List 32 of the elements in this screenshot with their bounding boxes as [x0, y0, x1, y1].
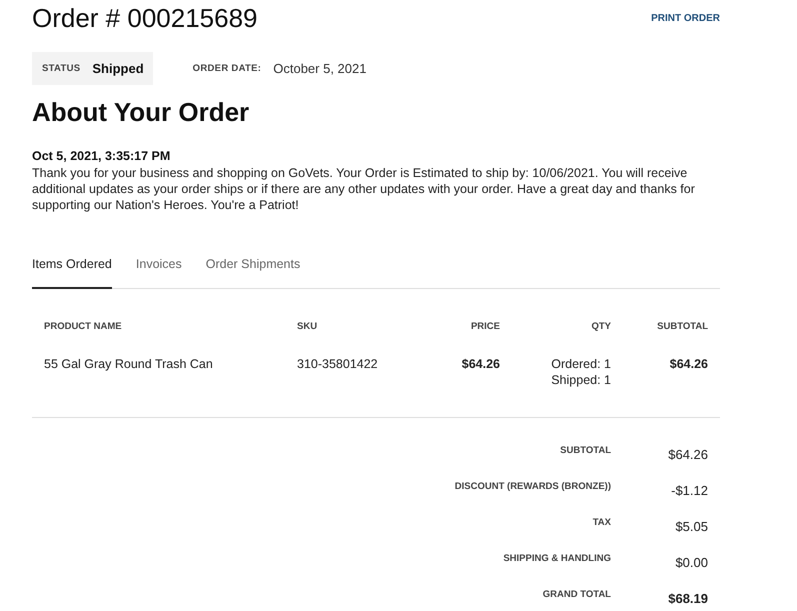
status-value: Shipped	[92, 61, 144, 76]
tab[interactable]: Order Shipments	[206, 257, 300, 289]
status-label: STATUS	[42, 63, 80, 74]
column-header: PRODUCT NAME	[44, 320, 123, 334]
total-value: $68.19	[667, 590, 708, 608]
print-order-link[interactable]: PRINT ORDER	[651, 13, 720, 24]
total-label: SHIPPING & HANDLING	[502, 552, 611, 566]
table-cell-text: 55 Gal Gray Round Trash Can	[44, 356, 214, 373]
table-cell-text: Ordered: 1 Shipped: 1	[550, 356, 611, 389]
order-date-value: October 5, 2021	[273, 61, 366, 76]
table-cell-text: $64.26	[668, 356, 708, 373]
order-message: Thank you for your business and shopping on GoVets. Your Order is Estimated to ship by: 10/06/2021. You will receive additional updates as your order ships or if there are any other updates with your order. Have a great day and thanks for supporting our Nation's Heroes. You're a Patriot!	[32, 165, 696, 213]
total-value: -$1.12	[670, 482, 708, 500]
table-cell-text: $64.26	[460, 356, 500, 373]
total-value: $64.26	[667, 446, 708, 464]
section-heading: About Your Order	[32, 96, 250, 129]
order-title: Order # 000215689	[32, 2, 258, 34]
column-header: SKU	[297, 320, 318, 334]
total-label: SUBTOTAL	[559, 444, 611, 458]
message-timestamp: Oct 5, 2021, 3:35:17 PM	[32, 149, 172, 163]
column-header: QTY	[590, 320, 611, 334]
total-value: $0.00	[674, 554, 708, 572]
total-label: TAX	[592, 516, 611, 530]
column-header: SUBTOTAL	[656, 320, 708, 334]
tab[interactable]: Items Ordered	[32, 257, 112, 289]
table-cell-text: 310-35801422	[297, 356, 379, 373]
total-label: GRAND TOTAL	[542, 588, 611, 602]
column-header: PRICE	[470, 320, 500, 334]
tab[interactable]: Invoices	[136, 257, 182, 289]
total-value: $5.05	[674, 518, 708, 536]
order-date-label: ORDER DATE:	[192, 63, 262, 74]
total-label: DISCOUNT (REWARDS (BRONZE))	[454, 480, 611, 494]
